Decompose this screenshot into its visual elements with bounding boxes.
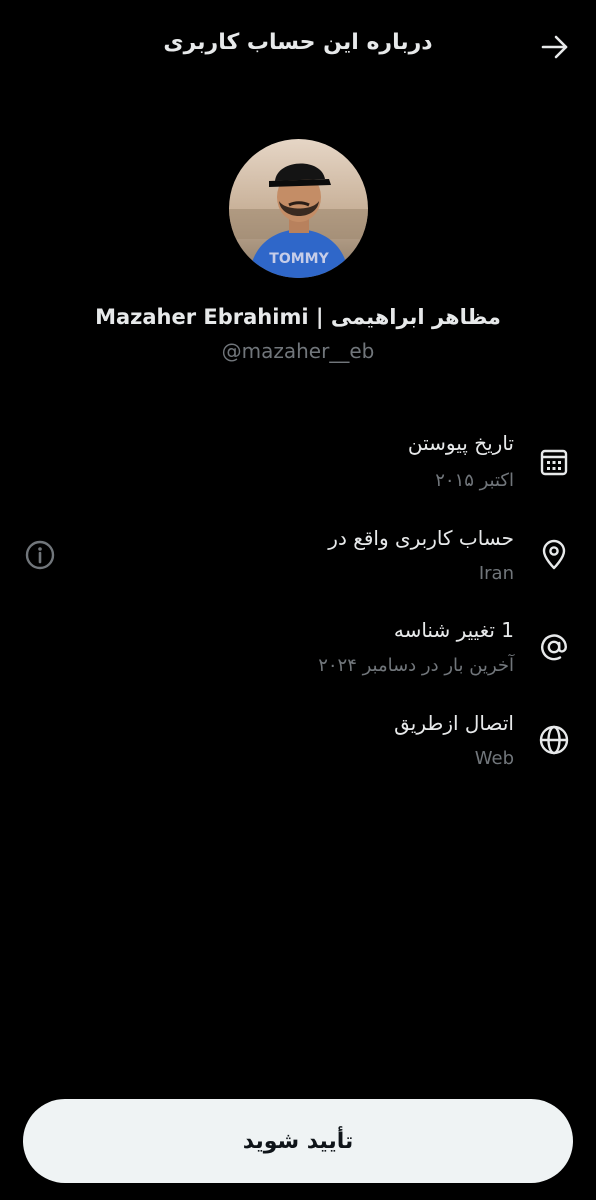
calendar-icon (540, 449, 568, 476)
location-row: حساب کاربری واقع در Iran (0, 520, 596, 600)
username-changes-value: آخرین بار در دسامبر ۲۰۲۴ (318, 655, 514, 676)
location-info-button[interactable] (24, 539, 56, 571)
page-title: درباره این حساب کاربری (163, 30, 433, 55)
globe-icon (539, 725, 569, 755)
connected-via-label: اتصال ازطریق (394, 711, 514, 735)
at-sign-icon (541, 634, 568, 661)
username-changes-row: 1 تغییر شناسه آخرین بار در دسامبر ۲۰۲۴ (0, 612, 596, 692)
arrow-right-icon (541, 35, 568, 59)
info-icon (25, 540, 55, 570)
display-name: Mazaher Ebrahimi | مظاهر ابراهیمی (95, 305, 501, 329)
avatar-photo: TOMMY (229, 139, 368, 278)
username-handle: @mazaher__eb (221, 339, 375, 363)
joined-date-row: تاریخ پیوستن اکتبر ۲۰۱۵ (0, 425, 596, 505)
top-bar: درباره این حساب کاربری (0, 0, 596, 96)
connected-via-value: Web (474, 748, 514, 769)
avatar: TOMMY (229, 139, 368, 278)
location-label: حساب کاربری واقع در (328, 526, 514, 550)
get-verified-button[interactable]: تأیید شوید (23, 1099, 573, 1183)
connected-via-row: اتصال ازطریق Web (0, 705, 596, 785)
location-pin-icon (542, 539, 566, 570)
shirt-logo-text: TOMMY (269, 251, 329, 267)
location-value: Iran (478, 563, 514, 584)
back-button[interactable] (540, 32, 570, 62)
username-changes-label: 1 تغییر شناسه (393, 618, 514, 642)
joined-date-value: اکتبر ۲۰۱۵ (435, 470, 514, 491)
joined-date-label: تاریخ پیوستن (407, 431, 514, 455)
